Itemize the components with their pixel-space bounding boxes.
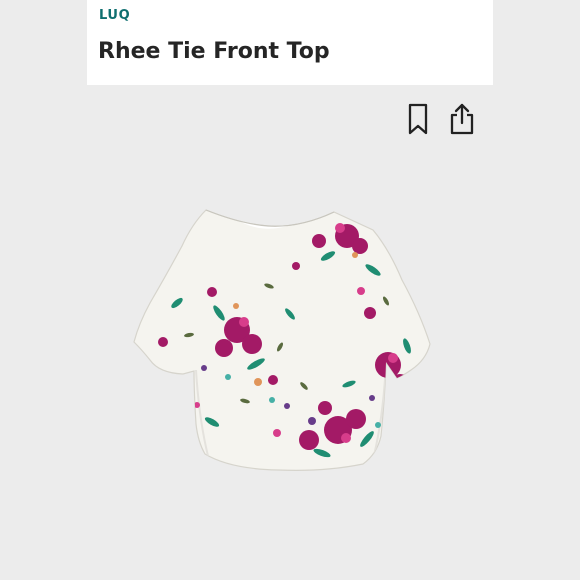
share-button[interactable] [448, 102, 476, 136]
floral-top-image [133, 209, 431, 471]
product-screen: LUQ Rhee Tie Front Top [0, 0, 580, 580]
product-header-card: LUQ Rhee Tie Front Top [87, 0, 493, 85]
brand-label[interactable]: LUQ [99, 8, 130, 23]
bookmark-button[interactable] [405, 102, 433, 136]
share-icon [450, 103, 474, 135]
product-image [126, 194, 442, 480]
bookmark-icon [408, 103, 428, 135]
product-title: Rhee Tie Front Top [98, 39, 330, 64]
